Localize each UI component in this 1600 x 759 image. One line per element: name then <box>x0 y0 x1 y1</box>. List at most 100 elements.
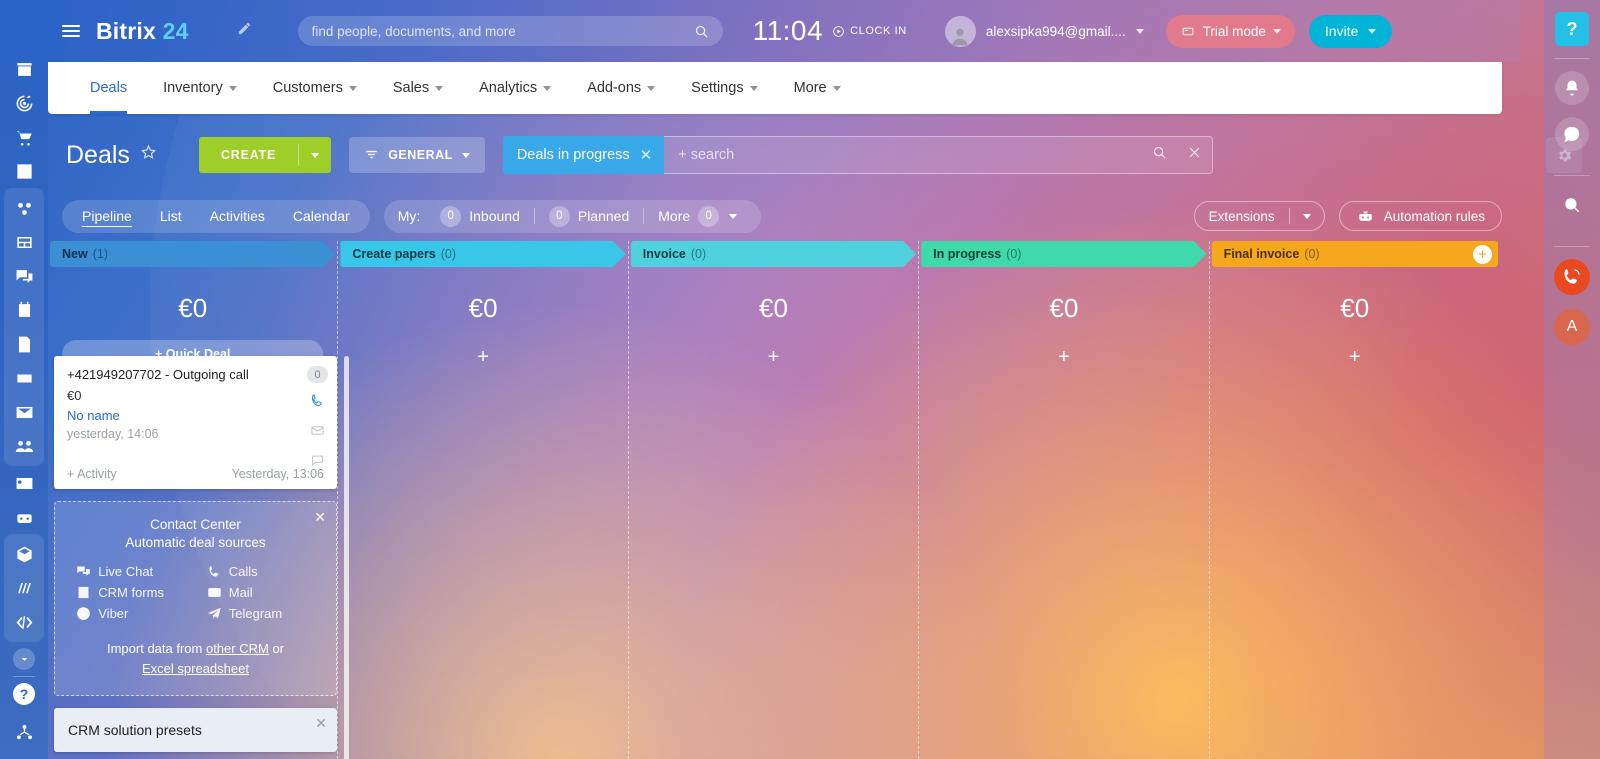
chevron-down-icon <box>1368 28 1377 34</box>
column-header[interactable]: Create papers (0) <box>340 241 625 267</box>
mail-icon[interactable] <box>310 423 325 443</box>
create-button[interactable]: CREATE <box>198 137 332 173</box>
nav-item-customers[interactable]: Customers <box>255 62 375 114</box>
trial-mode-button[interactable]: Trial mode <box>1165 14 1295 48</box>
chevron-down-icon <box>435 85 444 91</box>
filter-search-bar[interactable]: Deals in progress ✕ <box>502 136 1213 174</box>
nav-label: Sales <box>392 80 430 96</box>
column-header[interactable]: Invoice (0) <box>631 241 916 267</box>
sidebar-item-tasks[interactable] <box>4 154 44 188</box>
sidebar-item-drive[interactable] <box>4 361 44 395</box>
tab-list[interactable]: List <box>146 200 196 233</box>
comment-icon[interactable] <box>310 453 325 473</box>
source-mail[interactable]: Mail <box>207 585 315 600</box>
source-crm-forms[interactable]: CRM forms <box>76 585 184 600</box>
messenger-icon[interactable] <box>1555 117 1589 151</box>
counter-planned[interactable]: 0 Planned <box>539 205 639 227</box>
extensions-dropdown-icon[interactable] <box>1290 213 1324 219</box>
add-deal-button[interactable]: + <box>1210 346 1500 369</box>
deal-contact[interactable]: No name <box>67 408 324 423</box>
sitemap-icon[interactable] <box>4 715 44 749</box>
source-live-chat[interactable]: Live Chat <box>76 564 184 579</box>
add-stage-button[interactable]: + <box>1472 245 1492 264</box>
sidebar-item-contacts-card[interactable] <box>4 466 44 500</box>
notifications-bell-icon[interactable] <box>1555 71 1589 105</box>
column-header[interactable]: In progress (0) <box>921 241 1206 267</box>
user-avatar-button[interactable]: A <box>1554 309 1590 345</box>
active-call-icon[interactable] <box>1554 259 1590 295</box>
sidebar-item-crm[interactable] <box>4 191 44 225</box>
global-search-input[interactable] <box>311 23 694 39</box>
close-icon[interactable]: ✕ <box>314 510 326 524</box>
deal-card[interactable]: +421949207702 - Outgoing call €0 No name… <box>54 356 349 759</box>
source-calls[interactable]: Calls <box>207 564 315 579</box>
sidebar-item-chat[interactable] <box>4 259 44 293</box>
sidebar-expand-icon[interactable] <box>13 648 35 670</box>
tab-activities[interactable]: Activities <box>196 200 279 233</box>
clock-in-button[interactable]: CLOCK IN <box>832 25 907 38</box>
invite-button[interactable]: Invite <box>1308 14 1393 48</box>
nav-item-sales[interactable]: Sales <box>375 62 461 114</box>
filter-search-input[interactable] <box>664 147 1142 163</box>
tab-pipeline[interactable]: Pipeline <box>68 200 146 233</box>
close-icon[interactable]: ✕ <box>315 716 327 730</box>
favorite-star-icon[interactable] <box>140 144 157 166</box>
add-deal-button[interactable]: + <box>629 346 918 369</box>
nav-item-add-ons[interactable]: Add-ons <box>569 62 673 114</box>
sidebar-item-groups[interactable] <box>4 429 44 463</box>
sidebar-item-inventory-box[interactable] <box>4 537 44 571</box>
column-name: Create papers <box>352 247 436 261</box>
app-logo[interactable]: Bitrix 24 <box>96 18 189 45</box>
sidebar-item-automation-robot[interactable] <box>4 500 44 534</box>
add-activity-button[interactable]: + Activity <box>67 467 117 481</box>
filter-preset-button[interactable]: GENERAL <box>349 137 485 173</box>
nav-item-deals[interactable]: Deals <box>72 62 145 114</box>
sidebar-item-target-crm[interactable] <box>4 86 44 120</box>
sidebar-item-documents[interactable] <box>4 327 44 361</box>
nav-item-inventory[interactable]: Inventory <box>145 62 255 114</box>
tab-calendar[interactable]: Calendar <box>279 200 364 233</box>
sidebar-item-feed[interactable] <box>4 225 44 259</box>
create-dropdown-icon[interactable] <box>299 152 331 158</box>
search-icon[interactable] <box>1142 145 1177 165</box>
sidebar-item-company[interactable] <box>4 52 44 86</box>
create-label: CREATE <box>220 148 277 162</box>
menu-burger-icon[interactable] <box>54 25 88 37</box>
search-icon[interactable] <box>1555 188 1589 222</box>
divider <box>1554 58 1590 59</box>
sidebar-item-mail[interactable] <box>4 395 44 429</box>
help-button[interactable]: ? <box>1555 12 1589 46</box>
sidebar-item-analytics[interactable] <box>4 571 44 605</box>
import-mid: or <box>268 641 284 656</box>
sidebar-item-developer-code[interactable] <box>4 605 44 639</box>
column-header[interactable]: Final invoice (0) + <box>1211 241 1498 267</box>
remove-filter-icon[interactable]: ✕ <box>640 148 653 163</box>
filter-chip[interactable]: Deals in progress ✕ <box>502 136 665 174</box>
import-other-crm-link[interactable]: other CRM <box>206 641 269 656</box>
counter-more[interactable]: More 0 <box>648 205 747 227</box>
nav-item-settings[interactable]: Settings <box>673 62 775 114</box>
edit-pencil-icon[interactable] <box>237 21 252 41</box>
chevron-down-icon <box>832 85 841 91</box>
column-header[interactable]: New (1) <box>50 241 335 267</box>
nav-item-more[interactable]: More <box>776 62 859 114</box>
inbound-label: Inbound <box>469 208 520 224</box>
sidebar-group-tools <box>4 534 44 642</box>
source-viber[interactable]: Viber <box>76 606 184 621</box>
sidebar-item-calendar[interactable] <box>4 293 44 327</box>
import-excel-link[interactable]: Excel spreadsheet <box>142 661 249 676</box>
help-icon[interactable]: ? <box>13 683 35 705</box>
chevron-down-icon <box>749 85 758 91</box>
source-telegram[interactable]: Telegram <box>207 606 315 621</box>
phone-icon[interactable] <box>310 393 325 413</box>
sidebar-item-cart[interactable] <box>4 120 44 154</box>
counter-inbound[interactable]: 0 Inbound <box>430 205 530 227</box>
automation-rules-button[interactable]: Automation rules <box>1338 201 1502 231</box>
user-menu[interactable]: alexsipka994@gmail.... <box>944 15 1144 47</box>
nav-item-analytics[interactable]: Analytics <box>461 62 569 114</box>
add-deal-button[interactable]: + <box>919 346 1208 369</box>
extensions-button[interactable]: Extensions <box>1193 201 1325 231</box>
clear-filter-icon[interactable] <box>1177 145 1212 165</box>
global-search[interactable] <box>297 16 723 46</box>
add-deal-button[interactable]: + <box>338 346 627 369</box>
